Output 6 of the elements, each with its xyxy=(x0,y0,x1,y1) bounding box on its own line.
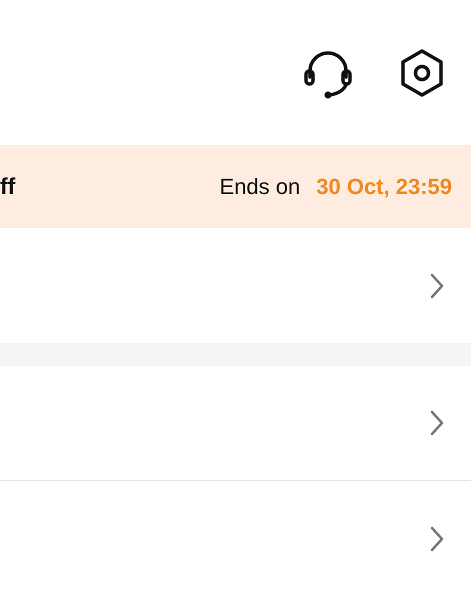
chevron-right-icon xyxy=(429,272,445,300)
promo-title: ff xyxy=(0,173,16,200)
chevron-right-icon xyxy=(429,409,445,437)
ends-label: Ends on xyxy=(220,174,300,200)
end-time: 30 Oct, 23:59 xyxy=(316,174,452,200)
chevron-right-icon xyxy=(429,524,445,552)
